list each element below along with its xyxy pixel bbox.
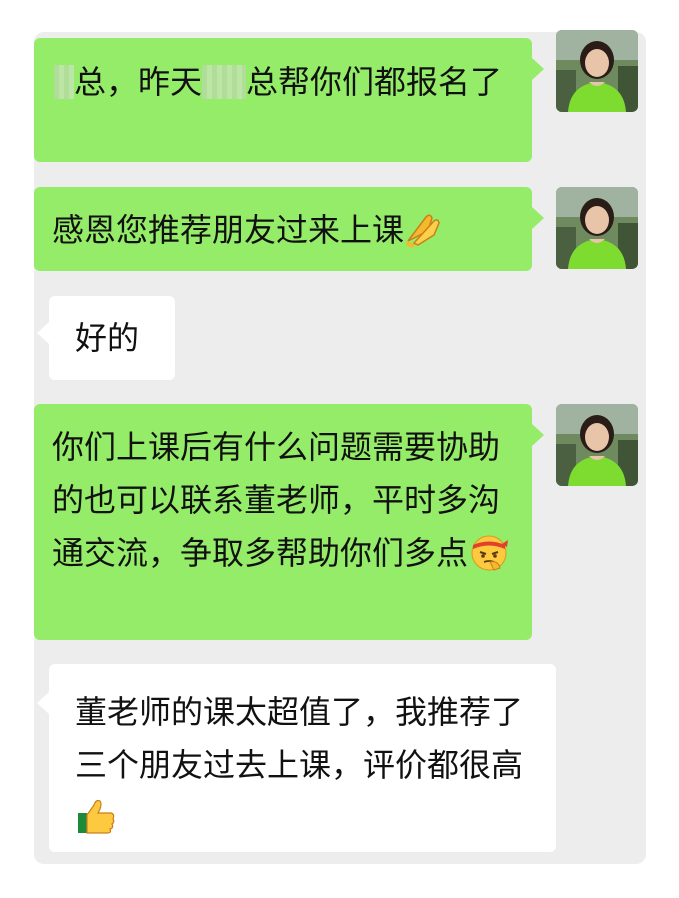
bubble-tail xyxy=(532,58,544,80)
avatar[interactable] xyxy=(556,187,638,269)
avatar[interactable] xyxy=(556,30,638,112)
message-text: 感恩您推荐朋友过来上课 xyxy=(52,211,405,249)
folded-hands-icon xyxy=(406,214,440,248)
bubble-tail xyxy=(37,322,49,344)
message-bubble[interactable]: 总，昨天 总帮你们都报名了 xyxy=(34,38,532,162)
message-bubble[interactable]: 你们上课后有什么问题需要协助的也可以联系董老师，平时多沟通交流，争取多帮助你们多… xyxy=(34,404,532,640)
message-text: 董老师的课太超值了，我推荐了三个朋友过去上课，评价都很高 xyxy=(75,693,524,784)
avatar-image xyxy=(556,187,638,269)
bubble-tail xyxy=(37,692,49,714)
avatar-image xyxy=(556,30,638,112)
redacted-name xyxy=(202,65,247,99)
determined-face-icon xyxy=(471,535,509,571)
bubble-tail xyxy=(532,424,544,446)
message-text-part: 总帮你们都报名了 xyxy=(246,63,503,101)
message-bubble[interactable]: 感恩您推荐朋友过来上课 xyxy=(34,187,532,271)
message-text: 好的 xyxy=(75,319,140,357)
avatar-image xyxy=(556,404,638,486)
message-text: 你们上课后有什么问题需要协助的也可以联系董老师，平时多沟通交流，争取多帮助你们多… xyxy=(52,428,501,572)
message-bubble[interactable]: 好的 xyxy=(49,296,175,380)
redacted-name xyxy=(54,65,74,99)
message-bubble[interactable]: 董老师的课太超值了，我推荐了三个朋友过去上课，评价都很高 xyxy=(49,664,556,852)
avatar[interactable] xyxy=(556,404,638,486)
message-text-part: 总，昨天 xyxy=(74,63,203,101)
thumbs-up-icon xyxy=(78,799,115,834)
bubble-tail xyxy=(532,207,544,229)
